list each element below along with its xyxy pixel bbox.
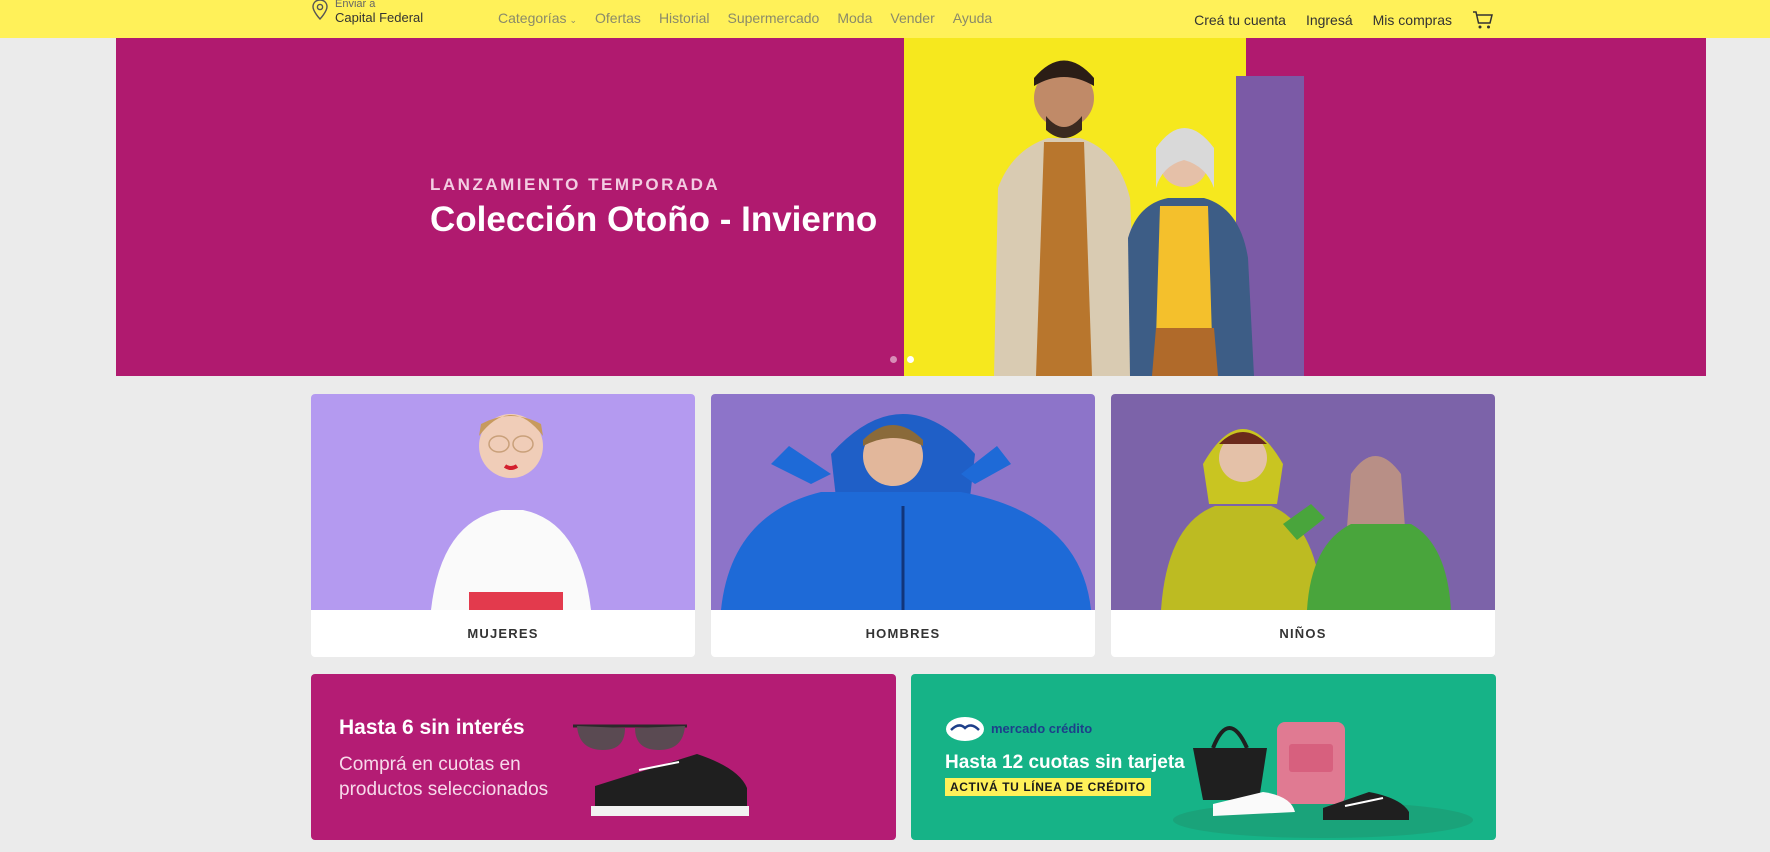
top-header: Enviar a Capital Federal Categorías ⌄ Ofe… (0, 0, 1770, 38)
promo-cuotas-title: Hasta 6 sin interés (339, 716, 525, 739)
activate-credit-button[interactable]: ACTIVÁ TU LÍNEA DE CRÉDITO (945, 778, 1151, 796)
main-nav: Categorías ⌄ Ofertas Historial Supermerca… (498, 10, 992, 26)
category-image-ninos (1111, 394, 1495, 610)
delivery-city: Capital Federal (335, 10, 424, 25)
chevron-down-icon: ⌄ (569, 15, 578, 25)
hero-kicker: LANZAMIENTO TEMPORADA (430, 175, 721, 194)
man-model-image (721, 414, 1091, 610)
cart-icon[interactable] (1472, 10, 1494, 30)
delivery-location[interactable]: Enviar a Capital Federal (311, 0, 423, 24)
category-image-hombres (711, 394, 1095, 610)
nav-supermercado[interactable]: Supermercado (728, 10, 820, 26)
hero-banner[interactable]: LANZAMIENTO TEMPORADA Colección Otoño - … (116, 38, 1706, 376)
sunglasses-sneaker-image (573, 724, 749, 816)
category-card-hombres[interactable]: HOMBRES (711, 394, 1095, 657)
carousel-dot-active[interactable] (907, 356, 914, 363)
hero-models-image (994, 60, 1254, 376)
nav-vender[interactable]: Vender (890, 10, 934, 26)
category-label: HOMBRES (865, 626, 941, 641)
bags-shoes-image (1173, 722, 1473, 838)
account-nav: Creá tu cuenta Ingresá Mis compras (1194, 10, 1494, 30)
woman-model-image (431, 414, 591, 610)
promo-credito-title: Hasta 12 cuotas sin tarjeta (945, 752, 1185, 773)
nav-ofertas[interactable]: Ofertas (595, 10, 641, 26)
category-image-mujeres (311, 394, 695, 610)
hero-title: Colección Otoño - Invierno (430, 200, 878, 239)
mercado-credito-logo: mercado crédito (945, 716, 1092, 742)
location-pin-icon (312, 0, 328, 21)
mercado-credito-brand: mercado crédito (991, 721, 1093, 736)
kids-model-image (1161, 429, 1451, 610)
nav-historial[interactable]: Historial (659, 10, 710, 26)
category-label: NIÑOS (1279, 626, 1327, 641)
category-label: MUJERES (467, 626, 539, 641)
promo-cuotas-subtitle: Comprá en cuotas en productos selecciona… (339, 754, 549, 800)
nav-categorias[interactable]: Categorías ⌄ (498, 10, 577, 26)
login-link[interactable]: Ingresá (1306, 12, 1353, 28)
handshake-icon (946, 717, 984, 741)
nav-ayuda[interactable]: Ayuda (953, 10, 992, 26)
nav-moda[interactable]: Moda (837, 10, 872, 26)
create-account-link[interactable]: Creá tu cuenta (1194, 12, 1286, 28)
promo-banner-cuotas[interactable]: Hasta 6 sin interés Comprá en cuotas en … (311, 674, 896, 840)
nav-categorias-label: Categorías (498, 10, 567, 26)
my-purchases-link[interactable]: Mis compras (1373, 12, 1452, 28)
carousel-dot[interactable] (890, 356, 897, 363)
promo-banner-credito[interactable]: mercado crédito Hasta 12 cuotas sin tarj… (911, 674, 1496, 840)
carousel-dots (890, 356, 914, 363)
category-card-mujeres[interactable]: MUJERES (311, 394, 695, 657)
category-card-ninos[interactable]: NIÑOS (1111, 394, 1495, 657)
